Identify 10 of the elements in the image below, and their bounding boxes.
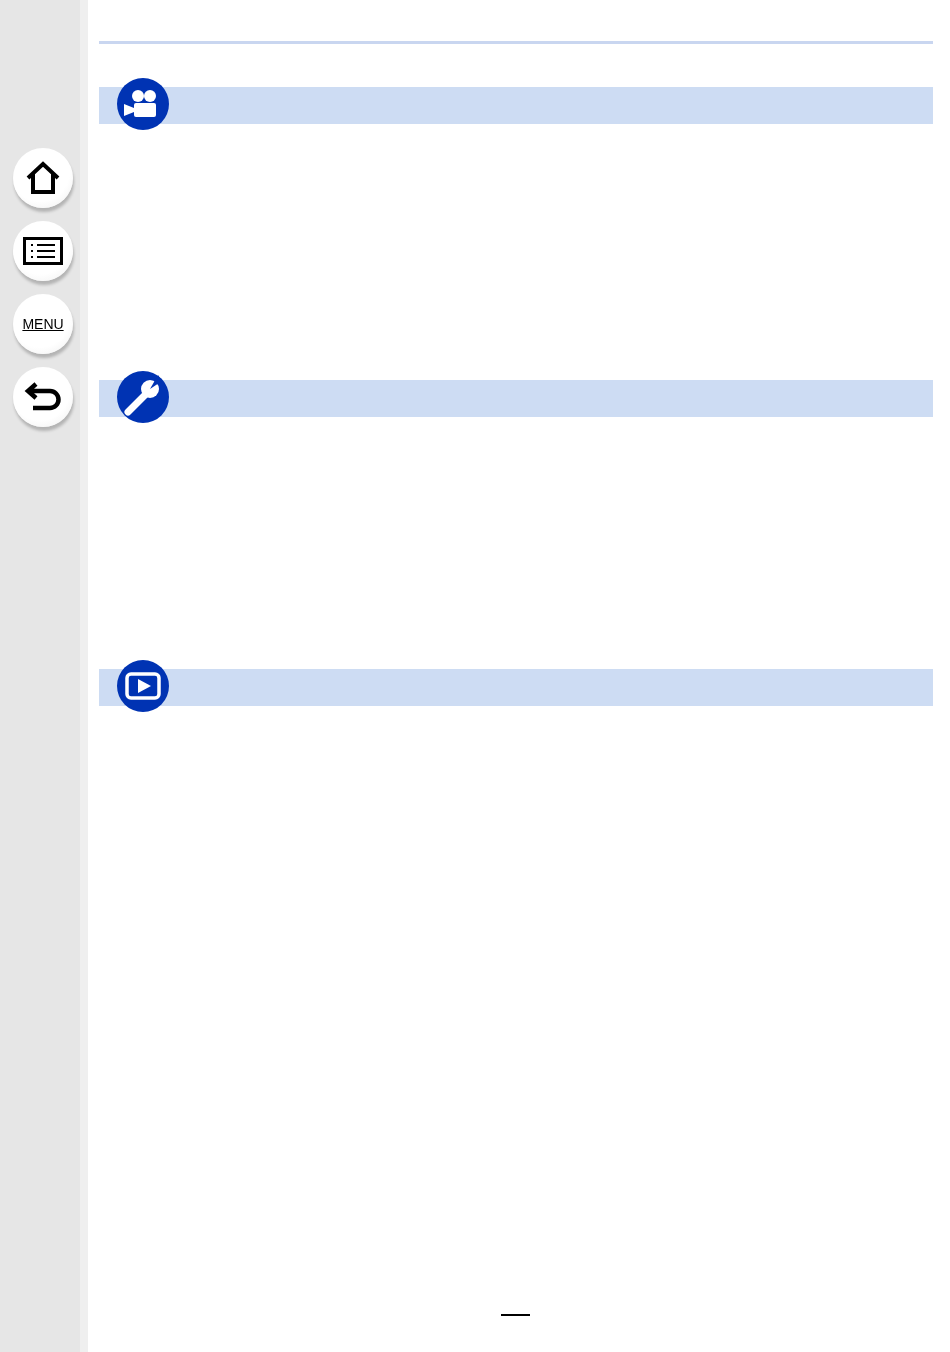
menu-button[interactable]: MENU [13, 294, 73, 354]
playback-icon [116, 659, 170, 713]
home-icon [25, 161, 61, 195]
wrench-icon [116, 370, 170, 424]
contents-button[interactable] [13, 221, 73, 281]
home-button[interactable] [13, 148, 73, 208]
list-icon [23, 237, 63, 265]
back-button[interactable] [13, 367, 73, 427]
video-camera-icon [116, 77, 170, 131]
return-arrow-icon [24, 381, 62, 413]
